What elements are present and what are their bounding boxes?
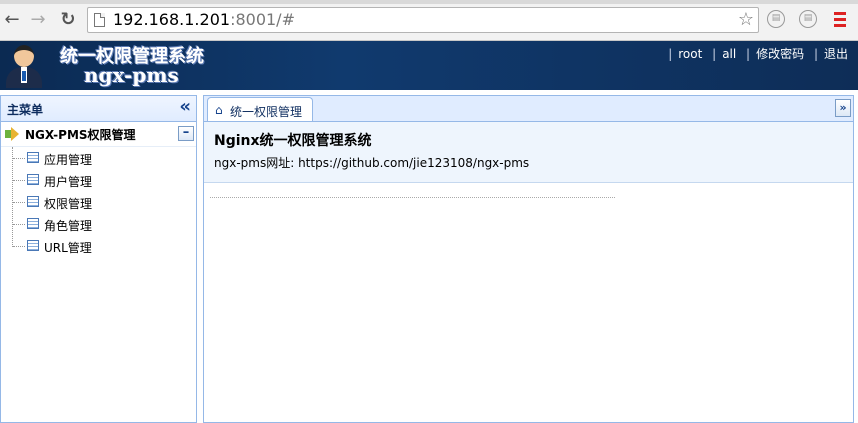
extension-icon[interactable]: ▤ — [767, 10, 785, 28]
tabs-dropdown-icon[interactable]: » — [835, 99, 851, 117]
browser-toolbar: ← → ↻ 192.168.1.201:8001/# ☆ ▤ ▤ — [0, 0, 858, 41]
table-icon — [27, 196, 39, 207]
sidebar: 主菜单 « NGX-PMS权限管理 – 应用管理 用户管理 权限管理 角色管理 … — [0, 95, 197, 423]
page-title: Nginx统一权限管理系统 — [214, 133, 372, 149]
back-arrow-icon[interactable]: ← — [2, 10, 22, 30]
table-icon — [27, 174, 39, 185]
collapse-group-icon[interactable]: – — [178, 126, 194, 141]
main-panel: ⌂ 统一权限管理 » Nginx统一权限管理系统 ngx-pms网址: http… — [203, 95, 854, 423]
sidebar-item-label: 应用管理 — [44, 153, 93, 167]
sidebar-item-apps[interactable]: 应用管理 — [1, 147, 196, 169]
table-icon — [27, 152, 39, 163]
url-host: 192.168.1.201 — [113, 10, 231, 29]
tab-home[interactable]: ⌂ 统一权限管理 — [207, 97, 313, 121]
app-subtitle: ngx-pms — [84, 63, 179, 87]
divider — [210, 197, 615, 198]
tab-strip — [0, 0, 858, 4]
url-path: :8001/# — [230, 10, 295, 29]
sidebar-item-label: URL管理 — [44, 241, 92, 255]
forward-arrow-icon[interactable]: → — [28, 10, 48, 30]
logout-link[interactable]: 退出 — [824, 47, 848, 61]
top-nav: | root | all | 修改密码 | 退出 — [668, 47, 848, 61]
sidebar-item-label: 角色管理 — [44, 219, 93, 233]
address-bar[interactable]: 192.168.1.201:8001/# ☆ — [87, 7, 759, 33]
extension-icon[interactable]: ▤ — [799, 10, 817, 28]
reload-icon[interactable]: ↻ — [58, 10, 78, 30]
sidebar-item-label: 权限管理 — [44, 197, 93, 211]
user-avatar-icon — [2, 43, 46, 88]
welcome-banner: Nginx统一权限管理系统 ngx-pms网址: https://github.… — [204, 122, 853, 183]
url-text[interactable]: 192.168.1.201:8001/# — [113, 11, 295, 29]
table-icon — [27, 240, 39, 251]
sidebar-item-roles[interactable]: 角色管理 — [1, 213, 196, 235]
menu-tree: 应用管理 用户管理 权限管理 角色管理 URL管理 — [1, 147, 196, 257]
menu-group-header[interactable]: NGX-PMS权限管理 – — [1, 122, 196, 147]
sidebar-item-users[interactable]: 用户管理 — [1, 169, 196, 191]
menu-group-title: NGX-PMS权限管理 — [25, 128, 136, 142]
browser-menu-icon[interactable] — [834, 12, 846, 30]
sidebar-item-label: 用户管理 — [44, 175, 93, 189]
tab-bar: ⌂ 统一权限管理 » — [204, 96, 853, 122]
sidebar-item-permissions[interactable]: 权限管理 — [1, 191, 196, 213]
user-link[interactable]: root — [678, 47, 702, 61]
change-password-link[interactable]: 修改密码 — [756, 47, 804, 61]
app-header: 统一权限管理系统 ngx-pms | root | all | 修改密码 | 退出 — [0, 41, 858, 90]
tab-label: 统一权限管理 — [230, 105, 303, 119]
sidebar-item-urls[interactable]: URL管理 — [1, 235, 196, 257]
sidebar-header: 主菜单 « — [1, 96, 196, 122]
home-icon: ⌂ — [215, 103, 223, 117]
collapse-left-icon[interactable]: « — [179, 98, 191, 116]
bookmark-star-icon[interactable]: ☆ — [738, 9, 754, 31]
app-link[interactable]: all — [722, 47, 736, 61]
group-icon — [5, 127, 19, 141]
sidebar-title: 主菜单 — [7, 103, 44, 117]
table-icon — [27, 218, 39, 229]
page-icon — [94, 13, 105, 27]
project-url-text: ngx-pms网址: https://github.com/jie123108/… — [214, 156, 530, 170]
